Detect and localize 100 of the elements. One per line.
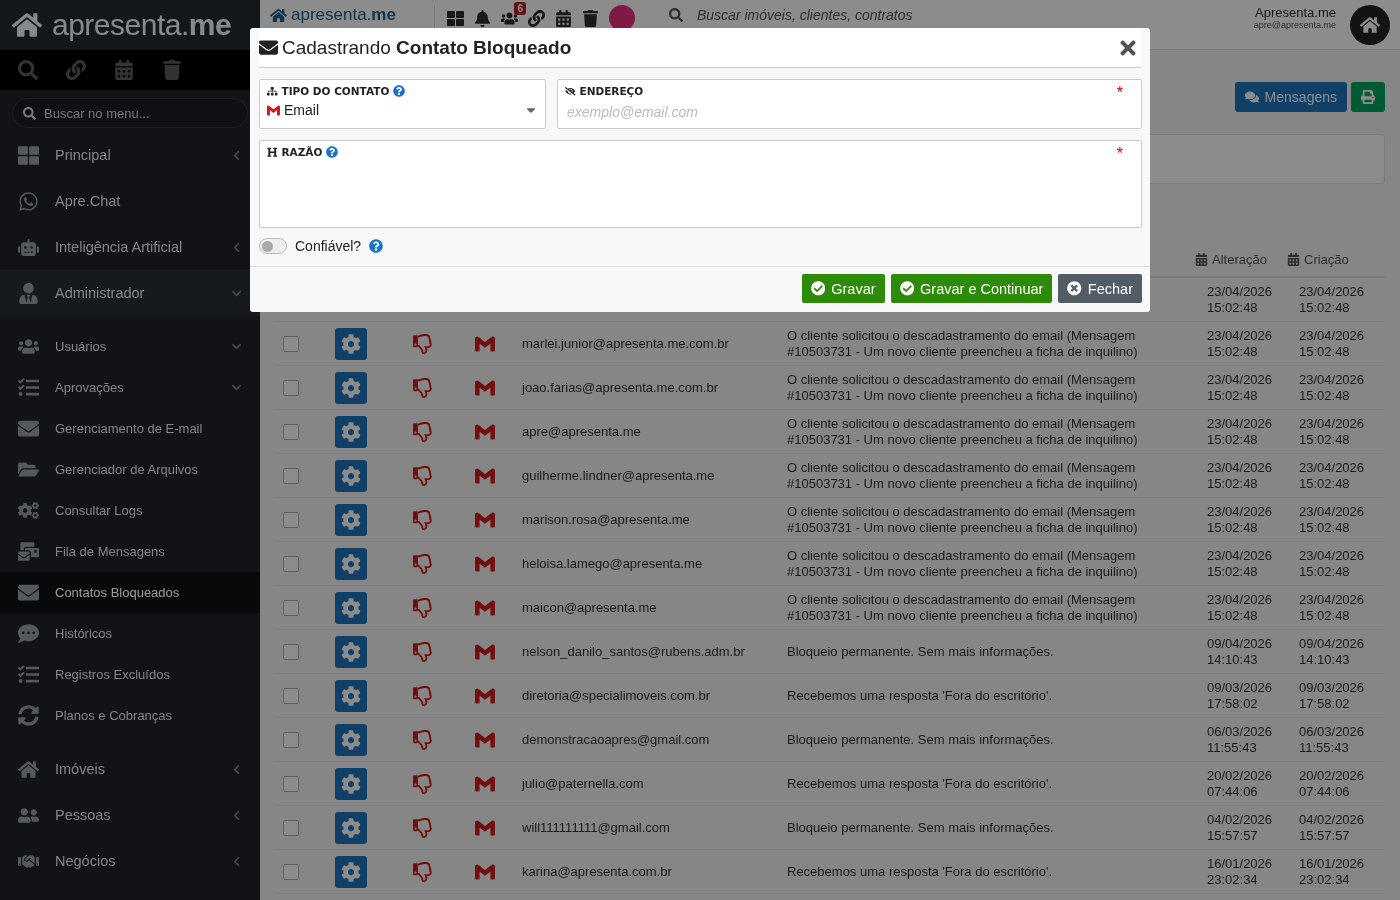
menu-item[interactable]: Apre.Chat (0, 178, 260, 224)
row-checkbox[interactable] (283, 335, 299, 352)
reason-cell: Recebemos uma resposta 'Fora do escritório'. (787, 687, 1053, 704)
submenu-item[interactable]: Usuários (0, 326, 260, 367)
column-header[interactable]: Alteração (1212, 251, 1267, 267)
settings-button[interactable] (335, 327, 367, 360)
help-icon[interactable] (369, 239, 384, 253)
date-cell-text: 23/04/2026 15:02:48 (1207, 283, 1274, 316)
row-checkbox[interactable] (283, 555, 299, 572)
reason-cell-text: O cliente solicitou o descadastramento do email (Mensagem #10503731 - Um novo cliente preencheu a ficha de inquilino) (787, 371, 1139, 404)
submenu-item[interactable]: Gerenciamento de E-mail (0, 408, 260, 449)
row-checkbox[interactable] (283, 511, 299, 528)
search-icon (23, 106, 36, 120)
calendar-icon[interactable] (555, 9, 572, 27)
settings-button[interactable] (335, 811, 367, 844)
submenu-item[interactable]: Registros Excluídos (0, 654, 260, 695)
submenu-item[interactable]: Gerenciador de Arquivos (0, 449, 260, 490)
submenu-item[interactable]: Fila de Mensagens (0, 531, 260, 572)
address-field[interactable]: ENDEREÇO * exemplo@email.com (557, 79, 1142, 129)
date-cell-text: 23/04/2026 15:02:48 (1207, 547, 1274, 580)
submenu-item[interactable]: Contatos Bloqueados (0, 572, 260, 613)
thumbs-down-icon (413, 333, 433, 354)
print-button[interactable] (1351, 82, 1385, 112)
bell-icon[interactable] (474, 9, 491, 27)
settings-button[interactable] (335, 503, 367, 536)
menu-item[interactable]: Imóveis (0, 746, 260, 792)
date-cell-text: 20/02/2026 07:44:06 (1299, 767, 1366, 800)
messages-button[interactable]: Mensagens (1234, 82, 1347, 112)
close-button[interactable]: Fechar (1058, 274, 1142, 303)
help-icon[interactable] (326, 146, 339, 158)
thumbs-down-icon (413, 465, 433, 486)
settings-button[interactable] (335, 767, 367, 800)
row-checkbox[interactable] (283, 467, 299, 484)
row-checkbox[interactable] (283, 423, 299, 440)
settings-button[interactable] (335, 723, 367, 756)
row-checkbox[interactable] (283, 731, 299, 748)
calendar-icon (1195, 252, 1208, 266)
email-cell: will111111111@gmail.com (522, 820, 670, 835)
submenu-item[interactable]: Planos e Cobranças (0, 695, 260, 736)
row-checkbox[interactable] (283, 599, 299, 616)
settings-button[interactable] (335, 855, 367, 888)
textarea-field[interactable]: RAZÃO * (259, 140, 1142, 228)
row-checkbox[interactable] (283, 643, 299, 660)
settings-button[interactable] (335, 415, 367, 448)
submenu-item[interactable]: Consultar Logs (0, 490, 260, 531)
settings-button[interactable] (335, 679, 367, 712)
select-field[interactable]: TIPO DO CONTATO Email (259, 79, 546, 129)
menu-item[interactable]: Inteligência Artificial (0, 224, 260, 270)
date-cell-text: 06/03/2026 11:55:43 (1207, 723, 1274, 756)
user-avatar[interactable] (609, 5, 635, 31)
grid-icon[interactable] (447, 9, 464, 27)
column-header[interactable]: Criação (1304, 251, 1349, 267)
submenu-item[interactable]: Aprovações (0, 367, 260, 408)
settings-button[interactable] (335, 459, 367, 492)
thumbs-down-icon (413, 729, 433, 750)
menu-item[interactable]: Principal (0, 132, 260, 178)
user-avatar[interactable] (1350, 5, 1390, 45)
users-icon (18, 336, 39, 357)
email-cell: apre@apresenta.me (522, 424, 641, 439)
save-button[interactable]: Gravar (801, 274, 885, 303)
field-label: RAZÃO (281, 146, 323, 158)
link-icon[interactable] (528, 9, 545, 27)
eye-slash-icon (565, 85, 576, 97)
row-checkbox[interactable] (283, 819, 299, 836)
thumbs-down-icon (413, 509, 433, 530)
submenu-item[interactable]: Históricos (0, 613, 260, 654)
settings-button[interactable] (335, 635, 367, 668)
date-cell-text: 09/04/2026 14:10:43 (1299, 635, 1366, 668)
trash-icon[interactable] (582, 9, 599, 27)
menu-item[interactable]: Administrador (0, 270, 260, 316)
menu-item[interactable]: Pessoas (0, 792, 260, 838)
chevron-left-icon (231, 763, 242, 775)
settings-button[interactable] (335, 371, 367, 404)
reason-cell-text: O cliente solicitou o descadastramento do email (Mensagem #10503731 - Um novo cliente preencheu a ficha de inquilino) (787, 327, 1139, 360)
date-cell-text: 23/04/2026 15:02:48 (1299, 415, 1366, 448)
row-checkbox[interactable] (283, 775, 299, 792)
date-cell-text: 06/03/2026 11:55:43 (1299, 723, 1366, 756)
row-checkbox[interactable] (283, 379, 299, 396)
email-cell: karina@apresenta.com.br (522, 864, 672, 879)
email-cell: marlei.junior@apresenta.me.com.br (522, 336, 729, 351)
reason-cell: Bloqueio permanente. Sem mais informações. (787, 643, 1054, 660)
row-checkbox[interactable] (283, 863, 299, 880)
settings-button[interactable] (335, 591, 367, 624)
thumbs-down-icon (413, 641, 433, 662)
menu-item[interactable]: Negócios (0, 838, 260, 884)
date-cell-text: 23/04/2026 15:02:48 (1207, 503, 1274, 536)
mail-stack-icon (18, 541, 39, 562)
menu-search-field[interactable]: Buscar no menu... (12, 98, 248, 128)
settings-button[interactable] (335, 547, 367, 580)
reason-cell: Bloqueio permanente. Sem mais informações. (787, 731, 1054, 748)
help-icon[interactable] (393, 85, 406, 97)
thumbs-down-icon (413, 773, 433, 794)
refresh-icon (18, 705, 39, 726)
reason-cell-text: O cliente solicitou o descadastramento do email (Mensagem #10503731 - Um novo cliente preencheu a ficha de inquilino) (787, 503, 1139, 536)
global-search-field[interactable]: Buscar imóveis, clientes, contratos (697, 7, 913, 23)
save-button[interactable]: Gravar e Continuar (890, 274, 1053, 303)
toggle-switch[interactable] (259, 238, 287, 254)
reason-cell: Recebemos uma resposta 'Fora do escritório'. (787, 775, 1053, 792)
row-checkbox[interactable] (283, 687, 299, 704)
input-field[interactable]: exemplo@email.com (565, 103, 1134, 121)
